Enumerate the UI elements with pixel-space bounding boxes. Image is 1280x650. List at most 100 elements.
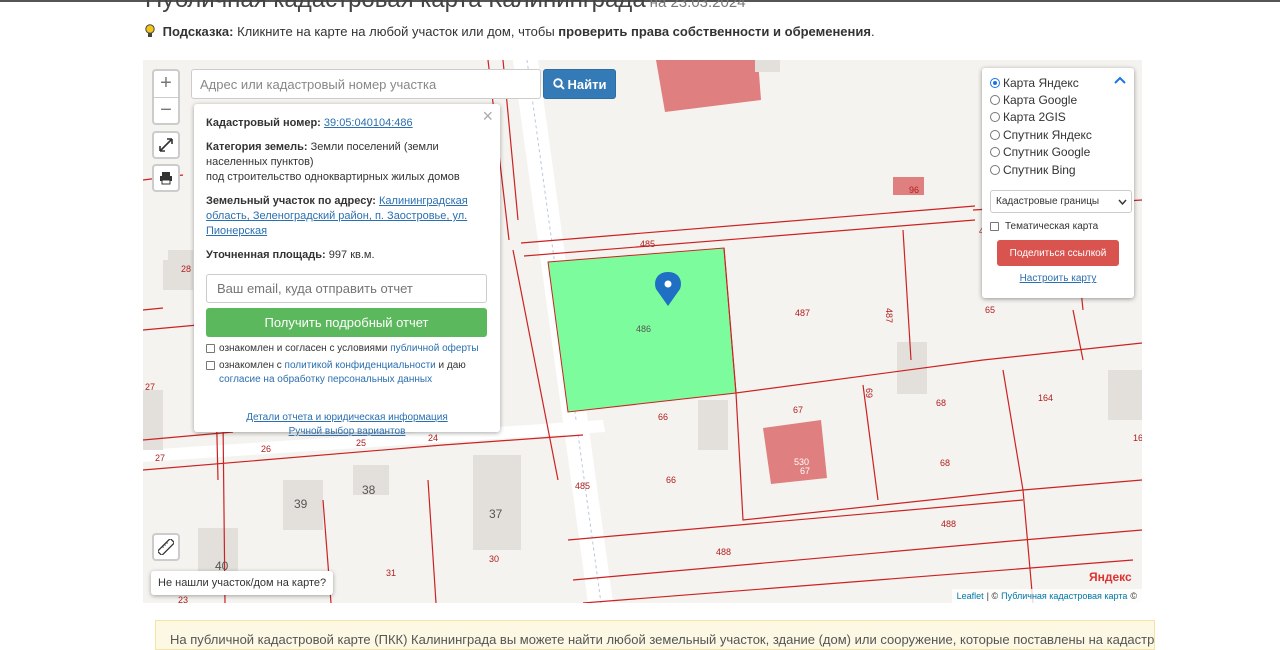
ruler-button[interactable] xyxy=(152,533,180,561)
svg-text:27: 27 xyxy=(145,382,155,392)
cad-number-row: Кадастровый номер: 39:05:040104:486 xyxy=(206,116,488,131)
ruler-icon xyxy=(158,539,174,555)
layer-radio[interactable] xyxy=(990,77,1000,88)
configure-map-link[interactable]: Настроить карту xyxy=(1020,273,1097,284)
privacy-policy-link[interactable]: политикой конфиденциальности xyxy=(285,360,436,371)
pkk-link[interactable]: Публичная кадастровая карта xyxy=(1001,591,1127,601)
leaflet-link[interactable]: Leaflet xyxy=(957,591,984,601)
layer-option-label: Спутник Bing xyxy=(1003,162,1076,177)
zoom-out-button[interactable]: − xyxy=(154,97,178,123)
public-offer-link[interactable]: публичной оферты xyxy=(390,343,478,354)
category-use: под строительство одноквартирных жилых д… xyxy=(206,171,460,183)
share-link-button[interactable]: Поделиться ссылкой xyxy=(997,240,1119,267)
page-date: на 23.03.2024 xyxy=(649,0,746,11)
svg-text:164: 164 xyxy=(1038,393,1053,403)
base-layer-list: Карта Яндекс Карта Google Карта 2GIS Спутни… xyxy=(990,74,1126,178)
expand-icon xyxy=(159,138,173,152)
thematic-map-label: Тематическая карта xyxy=(1005,221,1099,233)
manual-selection-link[interactable]: Ручной выбор вариантов xyxy=(289,426,406,437)
hint-text: Кликните на карте на любой участок или д… xyxy=(237,24,555,39)
info-note: На публичной кадастровой карте (ПКК) Кал… xyxy=(155,620,1155,650)
consent-offer-row: ознакомлен и согласен с условиями публич… xyxy=(206,342,488,356)
hint-line: Подсказка: Кликните на карте на любой уч… xyxy=(145,24,875,39)
svg-text:66: 66 xyxy=(658,412,668,422)
layer-option-label: Спутник Яндекс xyxy=(1003,127,1092,142)
not-found-button[interactable]: Не нашли участок/дом на карте? xyxy=(151,571,334,595)
svg-text:486: 486 xyxy=(636,324,651,334)
search-icon xyxy=(552,78,565,90)
layer-radio[interactable] xyxy=(990,95,1000,106)
printer-icon xyxy=(160,172,172,185)
zoom-control: + − xyxy=(152,69,180,125)
layer-option[interactable]: Спутник Google xyxy=(990,144,1126,161)
layer-option-label: Карта Google xyxy=(1003,93,1078,108)
svg-text:28: 28 xyxy=(181,264,191,274)
personal-data-consent-link[interactable]: согласие на обработку персональных данны… xyxy=(219,374,432,385)
search-input[interactable] xyxy=(191,69,541,99)
consent-privacy-mid: и даю xyxy=(438,360,466,371)
svg-text:488: 488 xyxy=(716,547,731,557)
page-title-text: Публичная кадастровая карта Калининграда xyxy=(145,0,646,13)
area-row: Уточненная площадь: 997 кв.м. xyxy=(206,248,488,263)
layer-option-label: Карта Яндекс xyxy=(1003,75,1079,90)
cad-number-label: Кадастровый номер: xyxy=(206,117,321,129)
close-icon[interactable]: × xyxy=(482,106,493,127)
svg-text:69: 69 xyxy=(864,388,874,398)
svg-text:23: 23 xyxy=(178,595,188,603)
print-button[interactable] xyxy=(152,164,180,192)
svg-text:26: 26 xyxy=(261,444,271,454)
svg-text:96: 96 xyxy=(909,185,919,195)
thematic-map-row: Тематическая карта xyxy=(990,221,1126,232)
hint-bold-text: проверить права собственности и обремене… xyxy=(558,24,871,39)
boundary-select-value: Кадастровые границы xyxy=(996,196,1100,208)
layer-option[interactable]: Спутник Bing xyxy=(990,161,1126,178)
hint-label: Подсказка: xyxy=(162,24,234,39)
zoom-in-button[interactable]: + xyxy=(154,71,178,97)
layer-option[interactable]: Карта 2GIS xyxy=(990,109,1126,126)
parcel-info-popup: × Кадастровый номер: 39:05:040104:486 Ка… xyxy=(194,104,500,437)
svg-text:488: 488 xyxy=(941,519,956,529)
consent-offer-checkbox[interactable] xyxy=(206,344,215,353)
report-details-link[interactable]: Детали отчета и юридическая информация xyxy=(246,412,448,423)
consent-offer-text: ознакомлен и согласен с условиями публич… xyxy=(219,342,479,356)
svg-text:67: 67 xyxy=(793,405,803,415)
svg-text:31: 31 xyxy=(386,568,396,578)
layer-option[interactable]: Карта Яндекс xyxy=(990,74,1126,91)
svg-text:30: 30 xyxy=(489,554,499,564)
chevron-up-icon[interactable] xyxy=(1114,76,1126,84)
svg-text:67: 67 xyxy=(800,466,810,476)
get-report-button[interactable]: Получить подробный отчет xyxy=(206,308,487,337)
search-button[interactable]: Найти xyxy=(543,69,616,99)
thematic-map-checkbox[interactable] xyxy=(990,222,999,232)
layer-option[interactable]: Спутник Яндекс xyxy=(990,126,1126,143)
chevron-down-icon xyxy=(1118,199,1127,205)
svg-text:65: 65 xyxy=(985,305,995,315)
boundary-select[interactable]: Кадастровые границы xyxy=(990,190,1132,214)
svg-text:38: 38 xyxy=(362,483,376,497)
layer-option[interactable]: Карта Google xyxy=(990,91,1126,108)
layer-radio[interactable] xyxy=(990,112,1000,123)
consent-privacy-row: ознакомлен с политикой конфиденциальност… xyxy=(206,359,488,387)
email-field[interactable] xyxy=(206,274,487,303)
svg-text:485: 485 xyxy=(640,239,655,249)
svg-text:27: 27 xyxy=(155,453,165,463)
layer-radio[interactable] xyxy=(990,164,1000,175)
cad-number-link[interactable]: 39:05:040104:486 xyxy=(324,117,413,129)
fullscreen-button[interactable] xyxy=(152,131,180,159)
consent-privacy-text: ознакомлен с политикой конфиденциальност… xyxy=(219,359,466,387)
layer-switcher-panel: Карта Яндекс Карта Google Карта 2GIS Спутни… xyxy=(982,68,1134,298)
map-attribution: Leaflet | © Публичная кадастровая карта … xyxy=(951,589,1142,603)
cadastral-map[interactable]: 485 486 487 487 65 96 66 67 69 68 164 16… xyxy=(143,60,1142,603)
layer-option-label: Карта 2GIS xyxy=(1003,110,1066,125)
popup-links: Детали отчета и юридическая информация Р… xyxy=(206,411,488,439)
layer-radio[interactable] xyxy=(990,147,1000,158)
yandex-logo: Яндекс xyxy=(1089,570,1132,584)
consent-privacy-checkbox[interactable] xyxy=(206,361,215,370)
layer-radio[interactable] xyxy=(990,129,1000,140)
search-button-label: Найти xyxy=(567,76,607,92)
svg-text:39: 39 xyxy=(294,497,308,511)
attribution-sep: | © xyxy=(986,591,999,601)
svg-text:66: 66 xyxy=(666,475,676,485)
area-value: 997 кв.м. xyxy=(328,249,375,261)
category-label: Категория земель: xyxy=(206,141,308,153)
